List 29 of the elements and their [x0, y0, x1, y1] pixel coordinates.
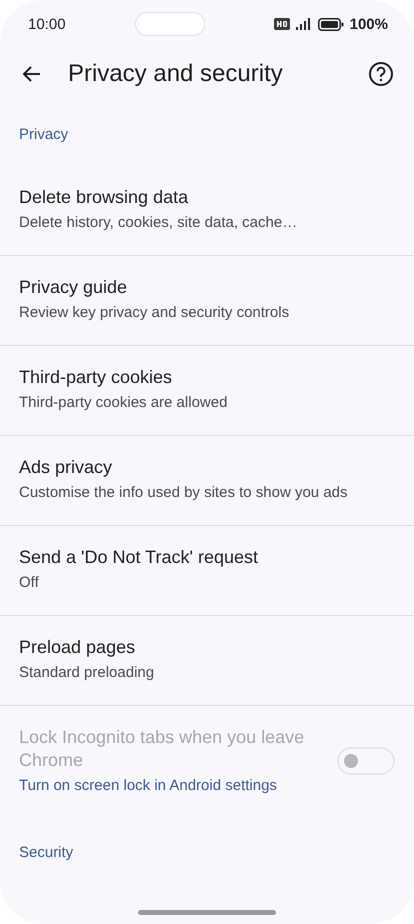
settings-item[interactable]: Third-party cookies Third-party cookies are allowed [0, 346, 414, 436]
settings-item[interactable]: Delete browsing data Delete history, cookies, site data, cache… [0, 166, 414, 256]
battery-icon [318, 18, 344, 30]
hd-icon [274, 18, 290, 30]
item-subtitle: Review key privacy and security controls [19, 303, 290, 323]
camera-cutout [134, 12, 205, 36]
item-title: Lock Incognito tabs when you leave Chrome [19, 726, 306, 772]
item-subtitle: Off [19, 573, 40, 593]
status-time: 10:00 [28, 16, 66, 32]
battery-percent: 100% [350, 16, 388, 32]
item-title: Ads privacy [19, 456, 114, 479]
help-button[interactable] [368, 61, 394, 87]
item-title: Preload pages [19, 636, 136, 659]
section-header: Privacy [18, 125, 70, 145]
settings-item[interactable]: Ads privacy Customise the info used by sites to show you ads [0, 436, 414, 526]
item-subtitle: Delete history, cookies, site data, cache… [19, 213, 298, 233]
signal-icon [296, 18, 312, 30]
settings-item[interactable]: Send a 'Do Not Track' request Off [0, 526, 414, 616]
section-header: Security [18, 843, 74, 863]
item-subtitle: Customise the info used by sites to show you ads [19, 483, 349, 503]
item-title: Send a 'Do Not Track' request [19, 546, 259, 569]
item-title: Third-party cookies [19, 366, 174, 389]
settings-item[interactable]: Privacy guide Review key privacy and security controls [0, 256, 414, 346]
page-title: Privacy and security [68, 60, 284, 88]
item-subtitle: Standard preloading [19, 663, 156, 683]
item-title: Privacy guide [19, 276, 128, 299]
settings-item[interactable]: Preload pages Standard preloading [0, 616, 414, 706]
item-title: Delete browsing data [19, 186, 190, 209]
item-subtitle: Third-party cookies are allowed [19, 393, 228, 413]
